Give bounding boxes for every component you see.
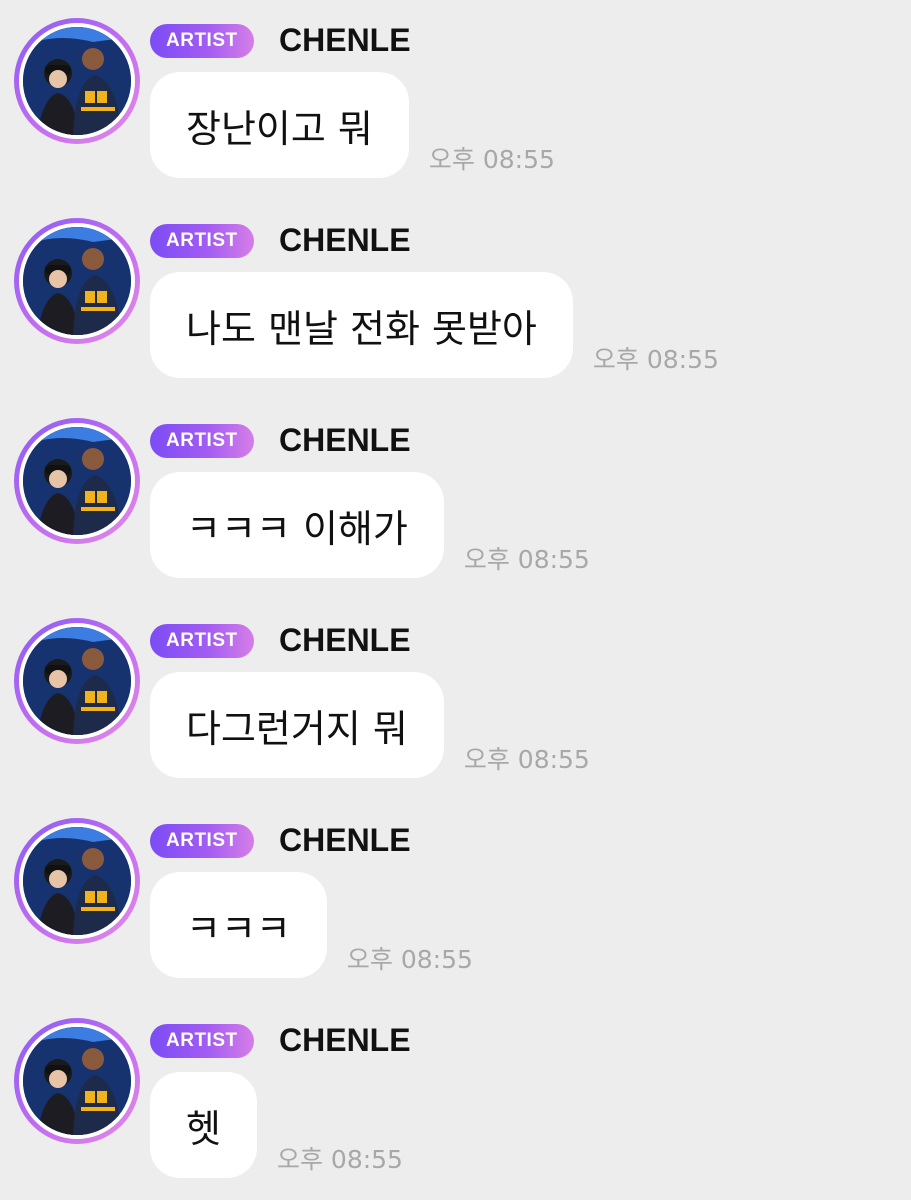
message-bubble[interactable]: 헷 (150, 1072, 257, 1178)
avatar[interactable] (14, 818, 140, 944)
bubble-row: ㅋㅋㅋ 이해가 오후 08:55 (150, 472, 590, 578)
message-time: 오후 08:55 (346, 945, 473, 974)
chat-message: ARTIST CHENLE ㅋㅋㅋ 오후 08:55 (0, 800, 911, 1000)
bubble-row: 헷 오후 08:55 (150, 1072, 403, 1178)
bubble-row: 나도 맨날 전화 못받아 오후 08:55 (150, 272, 719, 378)
avatar[interactable] (14, 618, 140, 744)
sender-name[interactable]: CHENLE (279, 420, 411, 460)
artist-badge: ARTIST (150, 24, 254, 58)
avatar-border (19, 423, 135, 539)
chat-message: ARTIST CHENLE 장난이고 뭐 오후 08:55 (0, 0, 911, 200)
avatar-photo (23, 1027, 131, 1135)
message-bubble[interactable]: ㅋㅋㅋ (150, 872, 327, 978)
message-time: 오후 08:55 (463, 745, 590, 774)
avatar-photo (23, 827, 131, 935)
avatar[interactable] (14, 218, 140, 344)
avatar-photo (23, 227, 131, 335)
message-bubble[interactable]: 장난이고 뭐 (150, 72, 409, 178)
chat-list: ARTIST CHENLE 장난이고 뭐 오후 08:55 ARTIST CHE… (0, 0, 911, 1200)
bubble-row: 다그런거지 뭐 오후 08:55 (150, 672, 590, 778)
artist-badge: ARTIST (150, 624, 254, 658)
message-bubble[interactable]: 나도 맨날 전화 못받아 (150, 272, 573, 378)
avatar-photo-art (23, 1027, 131, 1135)
avatar-photo-art (23, 27, 131, 135)
message-time: 오후 08:55 (428, 145, 555, 174)
message-time: 오후 08:55 (276, 1145, 403, 1174)
artist-badge: ARTIST (150, 824, 254, 858)
artist-badge: ARTIST (150, 1024, 254, 1058)
chat-message: ARTIST CHENLE 헷 오후 08:55 (0, 1000, 911, 1200)
sender-name[interactable]: CHENLE (279, 1020, 411, 1060)
avatar[interactable] (14, 1018, 140, 1144)
avatar-photo (23, 627, 131, 735)
message-time: 오후 08:55 (463, 545, 590, 574)
avatar-photo (23, 27, 131, 135)
message-time: 오후 08:55 (592, 345, 719, 374)
avatar-photo-art (23, 627, 131, 735)
avatar[interactable] (14, 418, 140, 544)
avatar-photo-art (23, 427, 131, 535)
message-bubble[interactable]: 다그런거지 뭐 (150, 672, 444, 778)
avatar-border (19, 1023, 135, 1139)
sender-name[interactable]: CHENLE (279, 220, 411, 260)
artist-badge: ARTIST (150, 424, 254, 458)
bubble-row: ㅋㅋㅋ 오후 08:55 (150, 872, 473, 978)
message-bubble[interactable]: ㅋㅋㅋ 이해가 (150, 472, 444, 578)
bubble-row: 장난이고 뭐 오후 08:55 (150, 72, 555, 178)
sender-name[interactable]: CHENLE (279, 620, 411, 660)
avatar-photo-art (23, 227, 131, 335)
avatar-border (19, 223, 135, 339)
avatar-border (19, 623, 135, 739)
sender-name[interactable]: CHENLE (279, 820, 411, 860)
avatar[interactable] (14, 18, 140, 144)
chat-message: ARTIST CHENLE 나도 맨날 전화 못받아 오후 08:55 (0, 200, 911, 400)
avatar-border (19, 823, 135, 939)
avatar-border (19, 23, 135, 139)
avatar-photo-art (23, 827, 131, 935)
sender-name[interactable]: CHENLE (279, 20, 411, 60)
chat-message: ARTIST CHENLE 다그런거지 뭐 오후 08:55 (0, 600, 911, 800)
chat-message: ARTIST CHENLE ㅋㅋㅋ 이해가 오후 08:55 (0, 400, 911, 600)
artist-badge: ARTIST (150, 224, 254, 258)
avatar-photo (23, 427, 131, 535)
